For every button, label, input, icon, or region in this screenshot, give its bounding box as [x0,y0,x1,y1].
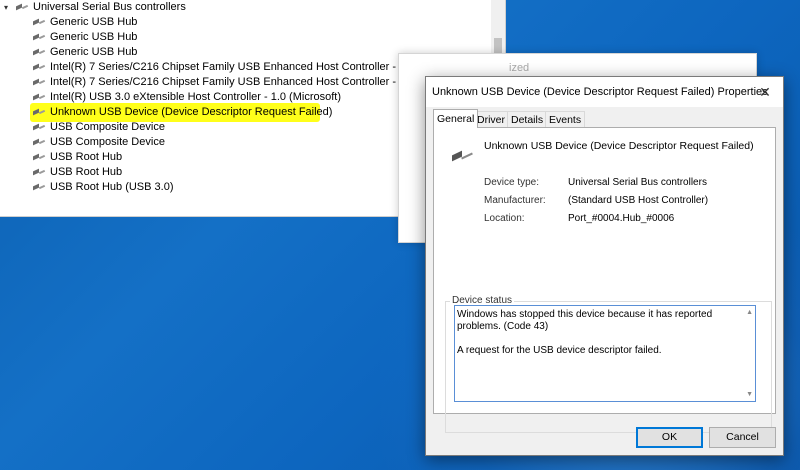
location-label: Location: [484,213,525,224]
warning-usb-icon [33,108,46,116]
device-label: USB Root Hub [50,166,123,178]
device-label: Intel(R) USB 3.0 eXtensible Host Control… [50,91,341,103]
device-label: Generic USB Hub [50,31,138,43]
device-label: Generic USB Hub [50,46,138,58]
properties-dialog: Unknown USB Device (Device Descriptor Re… [425,76,784,456]
usb-icon [33,183,46,191]
tab-details[interactable]: Details [507,111,548,128]
device-status-textbox[interactable]: Windows has stopped this device because … [454,305,756,402]
usb-device-icon [452,150,474,162]
category-label: Universal Serial Bus controllers [33,1,186,13]
usb-icon [33,93,46,101]
tab-driver[interactable]: Driver [473,111,509,128]
scroll-down-icon[interactable]: ▼ [746,391,753,398]
dialog-titlebar[interactable]: Unknown USB Device (Device Descriptor Re… [426,77,783,107]
device-label: Generic USB Hub [50,16,138,28]
collapse-arrow-icon[interactable]: ▾ [4,0,8,15]
usb-icon [33,168,46,176]
device-type-value: Universal Serial Bus controllers [568,177,707,188]
usb-icon [33,123,46,131]
device-label: Intel(R) 7 Series/C216 Chipset Family US… [50,76,425,88]
usb-icon [33,63,46,71]
device-status-text: Windows has stopped this device because … [457,309,713,356]
scroll-up-icon[interactable]: ▲ [746,309,753,316]
device-label: USB Root Hub (USB 3.0) [50,181,174,193]
usb-icon [33,18,46,26]
usb-icon [33,138,46,146]
general-tab-panel: Unknown USB Device (Device Descriptor Re… [433,127,776,433]
device-label: Unknown USB Device (Device Descriptor Re… [50,106,333,118]
ok-button[interactable]: OK [636,427,703,448]
usb-icon [33,33,46,41]
close-icon[interactable]: ✕ [755,82,775,102]
device-label: USB Composite Device [50,121,165,133]
usb-icon [33,48,46,56]
tab-events[interactable]: Events [545,111,586,128]
device-name: Unknown USB Device (Device Descriptor Re… [484,140,754,152]
usb-icon [16,3,29,11]
background-window-text: ized [509,62,530,74]
device-label: USB Composite Device [50,136,165,148]
location-value: Port_#0004.Hub_#0006 [568,213,675,224]
device-type-label: Device type: [484,177,540,188]
usb-icon [33,78,46,86]
tab-general[interactable]: General [433,109,479,128]
device-label: USB Root Hub [50,151,123,163]
manufacturer-value: (Standard USB Host Controller) [568,195,709,206]
usb-icon [33,153,46,161]
manufacturer-label: Manufacturer: [484,195,546,206]
cancel-button[interactable]: Cancel [709,427,776,448]
dialog-title: Unknown USB Device (Device Descriptor Re… [432,86,768,98]
device-label: Intel(R) 7 Series/C216 Chipset Family US… [50,61,427,73]
